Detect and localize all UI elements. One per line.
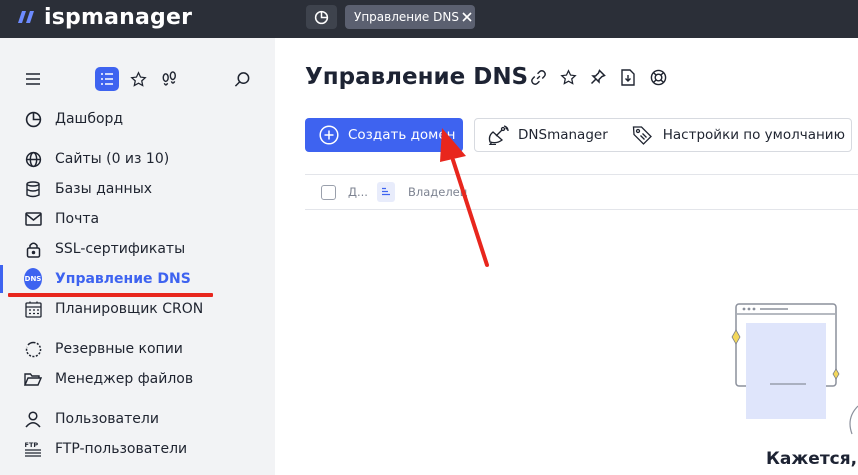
logo-text: ispmanager bbox=[44, 4, 193, 30]
tab-label: Управление DNS bbox=[354, 10, 459, 24]
annotation-underline bbox=[8, 293, 213, 297]
sidebar-item-label: Планировщик CRON bbox=[55, 301, 204, 317]
star-icon[interactable] bbox=[559, 68, 577, 86]
sidebar-item-databases[interactable]: Базы данных bbox=[0, 175, 275, 203]
dns-icon: DNS bbox=[24, 268, 42, 290]
empty-state-text: Кажется, с bbox=[766, 449, 858, 469]
sidebar-item-label: Почта bbox=[55, 211, 100, 227]
help-icon[interactable] bbox=[649, 68, 667, 86]
sidebar: Дашборд Сайты (0 из 10) Базы данных Почт… bbox=[0, 38, 275, 475]
sidebar-item-label: Менеджер файлов bbox=[55, 371, 194, 387]
sidebar-item-ftp-users[interactable]: FTP FTP-пользователи bbox=[0, 435, 275, 463]
main-content: Управление DNS Создать домен DNSmanager bbox=[275, 38, 858, 475]
sidebar-item-label: Дашборд bbox=[55, 111, 124, 127]
mail-icon bbox=[24, 210, 42, 228]
database-icon bbox=[24, 180, 42, 198]
top-bar: ispmanager Управление DNS bbox=[0, 0, 858, 38]
footprints-icon[interactable] bbox=[157, 67, 181, 91]
download-icon[interactable] bbox=[619, 68, 637, 86]
sidebar-toolbar bbox=[0, 64, 275, 94]
logo-mark-icon bbox=[18, 11, 34, 23]
tag-settings-icon bbox=[632, 124, 654, 146]
menu-icon[interactable] bbox=[21, 67, 45, 91]
sidebar-item-file-manager[interactable]: Менеджер файлов bbox=[0, 365, 275, 393]
sidebar-item-dns[interactable]: DNS Управление DNS bbox=[0, 265, 275, 293]
logo[interactable]: ispmanager bbox=[18, 2, 192, 32]
lock-icon bbox=[24, 240, 42, 258]
default-settings-label: Настройки по умолчанию bbox=[662, 127, 845, 143]
dnsmanager-label: DNSmanager bbox=[518, 127, 608, 143]
close-icon[interactable] bbox=[459, 12, 475, 22]
column-domain[interactable]: Д... bbox=[348, 185, 368, 199]
table-header: Д... Владелец bbox=[305, 174, 858, 210]
dns-badge: DNS bbox=[24, 268, 42, 290]
dashboard-tab-button[interactable] bbox=[306, 5, 337, 29]
sidebar-item-users[interactable]: Пользователи bbox=[0, 405, 275, 433]
dashboard-icon bbox=[314, 10, 329, 24]
annotation-arrow bbox=[440, 128, 489, 267]
list-icon[interactable] bbox=[95, 67, 119, 91]
globe-icon bbox=[24, 150, 42, 168]
ftp-icon: FTP bbox=[24, 440, 42, 458]
search-icon[interactable] bbox=[230, 67, 254, 91]
sidebar-item-ssl[interactable]: SSL-сертификаты bbox=[0, 235, 275, 263]
sidebar-item-label: Сайты (0 из 10) bbox=[55, 151, 170, 167]
backup-icon bbox=[24, 340, 42, 358]
pin-icon[interactable] bbox=[589, 68, 607, 86]
sidebar-item-label: Пользователи bbox=[55, 411, 159, 427]
folder-icon bbox=[24, 370, 42, 388]
sidebar-item-backups[interactable]: Резервные копии bbox=[0, 335, 275, 363]
dashboard-icon bbox=[24, 110, 42, 128]
calendar-icon bbox=[24, 300, 42, 318]
sort-icon[interactable] bbox=[377, 182, 395, 202]
sidebar-item-label: Управление DNS bbox=[55, 271, 191, 287]
ftp-badge-text: FTP bbox=[25, 441, 39, 449]
sidebar-item-mail[interactable]: Почта bbox=[0, 205, 275, 233]
select-all-checkbox[interactable] bbox=[321, 185, 336, 200]
sidebar-item-dashboard[interactable]: Дашборд bbox=[0, 105, 275, 133]
toolbar-button-group: DNSmanager Настройки по умолчанию bbox=[474, 118, 852, 152]
tab-dns-management[interactable]: Управление DNS bbox=[345, 5, 475, 29]
sidebar-item-sites[interactable]: Сайты (0 из 10) bbox=[0, 145, 275, 173]
title-actions bbox=[529, 68, 679, 86]
link-icon[interactable] bbox=[529, 68, 547, 86]
sidebar-item-label: FTP-пользователи bbox=[55, 441, 188, 457]
sidebar-item-label: SSL-сертификаты bbox=[55, 241, 186, 257]
default-settings-button[interactable]: Настройки по умолчанию bbox=[620, 119, 857, 151]
sidebar-item-label: Резервные копии bbox=[55, 341, 183, 357]
user-icon bbox=[24, 410, 42, 428]
sidebar-item-cron[interactable]: Планировщик CRON bbox=[0, 295, 275, 323]
star-icon[interactable] bbox=[126, 67, 150, 91]
active-indicator bbox=[0, 265, 3, 293]
page-title: Управление DNS bbox=[305, 64, 529, 90]
sidebar-item-label: Базы данных bbox=[55, 181, 153, 197]
plus-circle-icon bbox=[319, 125, 339, 145]
